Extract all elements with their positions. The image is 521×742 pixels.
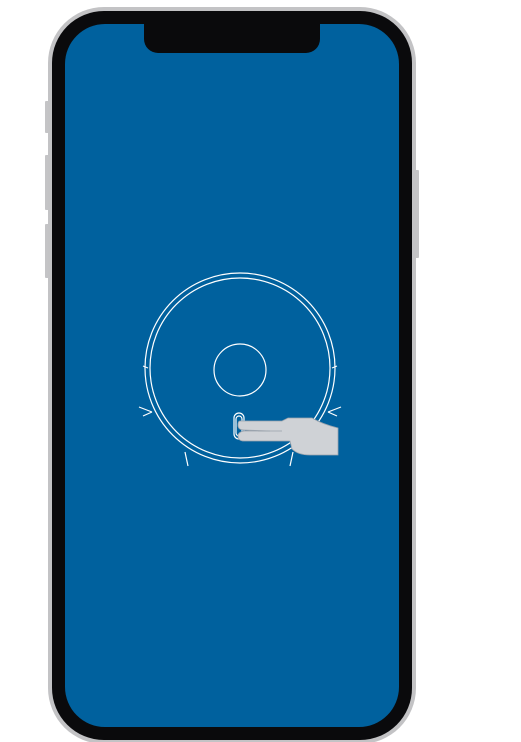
phone-mockup <box>0 0 521 742</box>
phone-notch <box>144 24 320 53</box>
phone-bezel <box>52 11 412 740</box>
phone-screen <box>65 24 399 727</box>
phone-frame <box>48 7 416 742</box>
